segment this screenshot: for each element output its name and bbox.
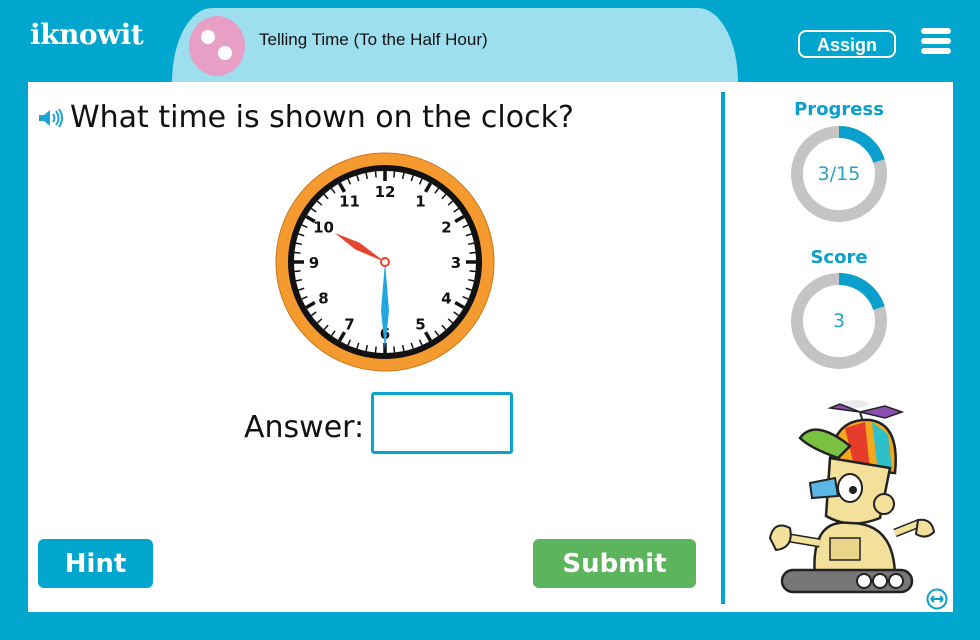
answer-input[interactable]	[371, 392, 513, 454]
clock-number: 5	[415, 315, 425, 333]
clock-number: 7	[344, 315, 354, 333]
clock-number: 11	[339, 193, 360, 211]
analog-clock: 121234567891011	[275, 152, 495, 372]
question: What time is shown on the clock?	[38, 100, 574, 136]
score-ring-fill	[838, 273, 885, 311]
clock-number: 1	[415, 193, 425, 211]
logo-text: iknowit	[30, 18, 144, 51]
header-bar: iknowit Telling Time (To the Half Hour) …	[0, 0, 980, 82]
clock-number: 3	[451, 254, 461, 272]
iknowit-logo[interactable]: iknowit	[30, 18, 144, 51]
minute-tick	[469, 270, 476, 273]
expand-arrows-icon[interactable]	[926, 588, 948, 610]
panel-divider	[721, 92, 725, 604]
minute-tick	[374, 346, 377, 353]
minute-tick	[393, 171, 396, 178]
score-label: Score	[810, 247, 868, 268]
clock-number: 8	[318, 290, 328, 308]
hint-button[interactable]: Hint	[38, 539, 153, 588]
assign-button[interactable]: Assign	[798, 30, 896, 58]
clock-number: 2	[441, 219, 451, 237]
topic-icon	[189, 16, 245, 76]
minute-tick	[294, 251, 301, 254]
score-value: 3	[832, 310, 846, 332]
clock-center	[380, 257, 390, 267]
topic-title: Telling Time (To the Half Hour)	[259, 30, 488, 49]
answer-label: Answer:	[244, 410, 365, 445]
minute-tick	[469, 251, 476, 254]
progress-ring-fill	[838, 126, 885, 164]
clock-number: 9	[309, 254, 319, 272]
progress-value: 3/15	[817, 163, 861, 185]
minute-tick	[294, 270, 301, 273]
hamburger-menu-icon[interactable]	[921, 28, 951, 54]
minute-tick	[393, 346, 396, 353]
submit-button[interactable]: Submit	[533, 539, 696, 588]
progress-label: Progress	[794, 99, 884, 120]
robot-mascot-icon	[768, 400, 936, 594]
minute-tick	[374, 171, 377, 178]
speaker-icon[interactable]	[38, 101, 64, 136]
clock-number: 10	[313, 219, 334, 237]
clock-number: 4	[441, 290, 451, 308]
clock-number: 12	[375, 183, 396, 201]
question-text: What time is shown on the clock?	[70, 100, 574, 135]
